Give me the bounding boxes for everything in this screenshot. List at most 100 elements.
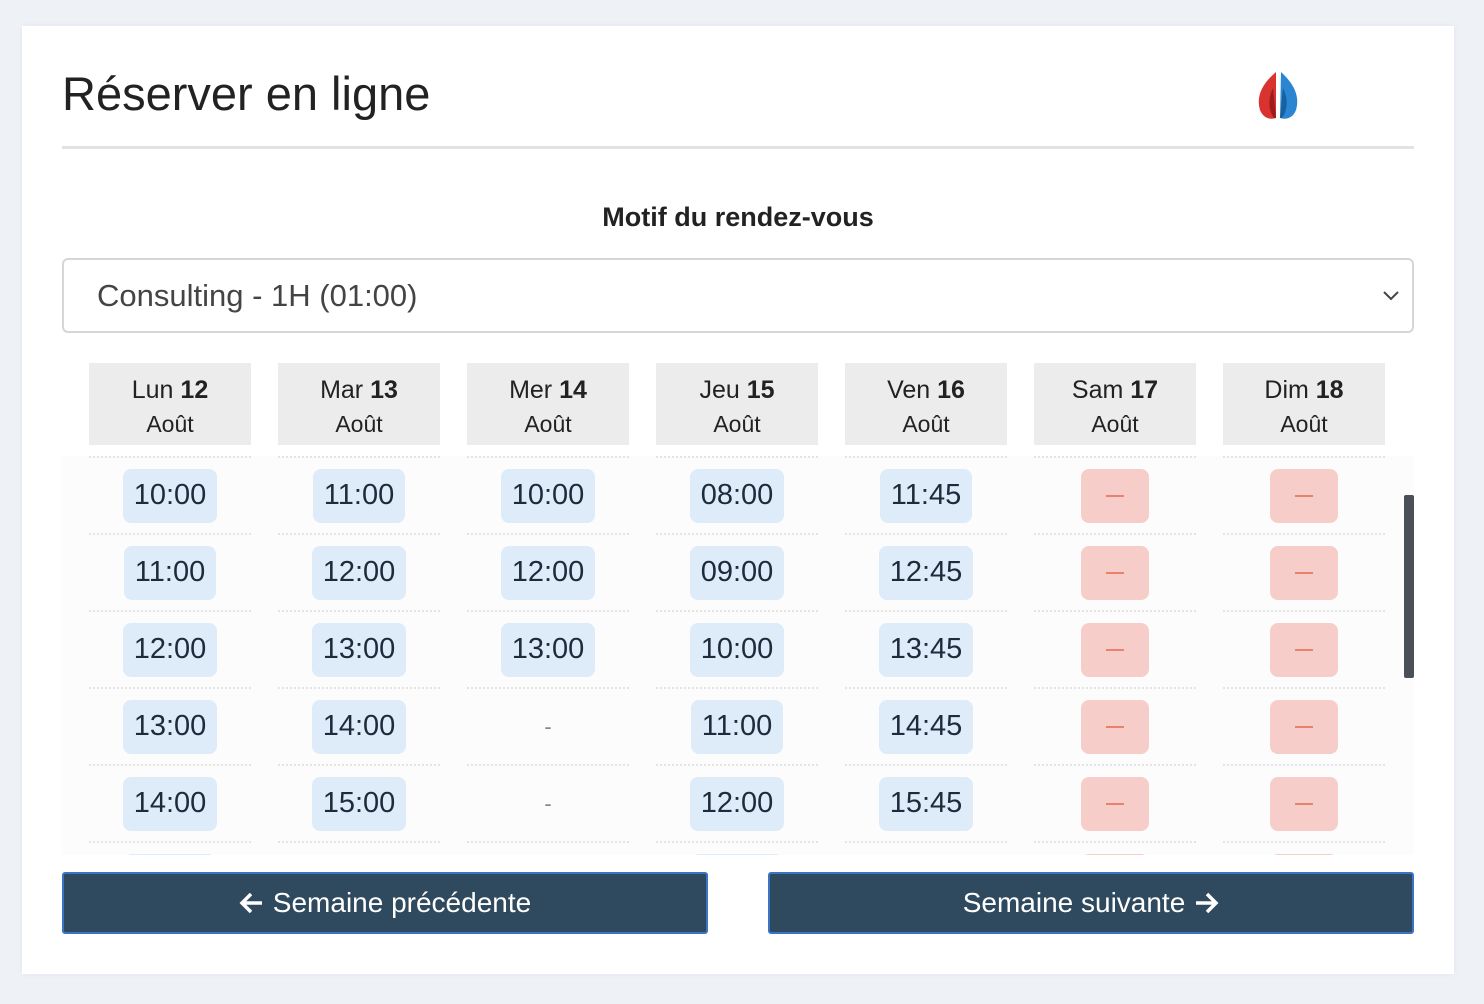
time-slot-button[interactable]: 13:00	[122, 699, 218, 754]
slot-cell	[1034, 456, 1196, 533]
time-slot-button[interactable]: 13:45	[878, 622, 974, 677]
time-slot-button[interactable]: 12:00	[689, 776, 785, 831]
day-label: Mer 14	[467, 373, 629, 407]
day-number: 14	[559, 376, 587, 404]
slot-cell: 14:00	[278, 687, 440, 764]
day-number: 18	[1315, 376, 1344, 404]
day-label: Lun 12	[89, 373, 251, 407]
time-slot-button[interactable]: 15:00	[311, 776, 407, 831]
day-label: Sam 17	[1034, 373, 1196, 407]
slot-cell	[1034, 533, 1196, 610]
day-number: 16	[937, 376, 965, 404]
time-slot-button[interactable]: 13:00	[311, 622, 407, 677]
day-column: 10:00 11:00 12:00 13:00 14:00	[89, 456, 251, 855]
day-column	[1034, 456, 1196, 855]
time-slot-button[interactable]: 11:00	[690, 699, 784, 754]
slot-cell: 10:00	[467, 456, 629, 533]
divider	[62, 146, 1414, 149]
scrollbar[interactable]	[1404, 495, 1414, 678]
month-label: Août	[524, 411, 572, 437]
day-column: 11:00 12:00 13:00 14:00 15:00	[278, 456, 440, 855]
time-slot-button[interactable]	[691, 853, 783, 855]
day-number: 12	[180, 376, 209, 404]
slot-cell	[1034, 764, 1196, 841]
slot-cell: -	[467, 687, 629, 764]
unavailable-slot	[1270, 776, 1338, 831]
day-column: 11:45 12:45 13:45 14:45 15:45	[845, 456, 1007, 855]
slots-grid: 10:00 11:00 12:00 13:00 14:00 11:00 12:00 13:00…	[89, 456, 1385, 855]
day-headers: Lun 12 Août Mar 13 Août Mer 14 Août Jeu 15 Août…	[89, 363, 1385, 445]
unavailable-slot	[1270, 545, 1338, 600]
motif-select[interactable]: Consulting - 1H (01:00)	[62, 258, 1414, 333]
time-slot-button[interactable]: 12:45	[878, 545, 974, 600]
day-name: Mer	[509, 376, 553, 404]
slot-cell: 13:00	[278, 610, 440, 687]
day-column: 08:00 09:00 10:00 11:00 12:00	[656, 456, 818, 855]
day-header: Lun 12 Août	[89, 363, 251, 445]
slot-cell: 12:00	[467, 533, 629, 610]
time-slot-button[interactable]: 13:00	[500, 622, 596, 677]
slot-cell-partial	[89, 841, 251, 855]
slot-cell: 12:00	[89, 610, 251, 687]
time-slot-button[interactable]: 12:00	[122, 622, 218, 677]
day-name: Dim	[1264, 376, 1309, 404]
minus-icon	[1106, 571, 1124, 574]
slot-cell-partial	[467, 841, 629, 855]
unavailable-slot	[1270, 853, 1338, 855]
time-slot-button[interactable]: 14:45	[878, 699, 974, 754]
time-slot-button[interactable]: 11:00	[312, 468, 406, 523]
day-number: 17	[1130, 376, 1159, 404]
slot-cell-partial	[278, 841, 440, 855]
unavailable-slot	[1081, 545, 1149, 600]
time-slot-button[interactable]: 15:45	[878, 776, 974, 831]
time-slot-button[interactable]: 14:00	[311, 699, 407, 754]
minus-icon	[1295, 571, 1313, 574]
minus-icon	[1106, 494, 1124, 497]
time-slot-button[interactable]: 09:00	[689, 545, 785, 600]
time-slot-button[interactable]: 10:00	[122, 468, 218, 523]
minus-icon	[1295, 802, 1313, 805]
month-label: Août	[713, 411, 761, 437]
month-label: Août	[335, 411, 383, 437]
time-slot-button[interactable]: 12:00	[311, 545, 407, 600]
arrow-left-icon	[239, 892, 262, 914]
slot-cell: 13:45	[845, 610, 1007, 687]
previous-week-button[interactable]: Semaine précédente	[62, 872, 708, 934]
day-header: Sam 17 Août	[1034, 363, 1196, 445]
slot-cell: 08:00	[656, 456, 818, 533]
time-slot-button[interactable]: 12:00	[500, 545, 596, 600]
slot-cell	[1034, 610, 1196, 687]
page-title: Réserver en ligne	[62, 67, 431, 120]
time-slot-button[interactable]: 10:00	[500, 468, 596, 523]
unavailable-slot	[1081, 699, 1149, 754]
time-slot-button[interactable]: 08:00	[689, 468, 785, 523]
time-slot-button[interactable]: 10:00	[689, 622, 785, 677]
time-slot-button[interactable]: 14:00	[122, 776, 218, 831]
time-slot-button[interactable]	[124, 853, 216, 855]
slot-cell	[1223, 456, 1385, 533]
minus-icon	[1295, 725, 1313, 728]
slot-cell-partial	[1223, 841, 1385, 855]
slot-cell: 15:00	[278, 764, 440, 841]
slot-cell: 14:00	[89, 764, 251, 841]
day-name: Lun	[131, 376, 174, 404]
time-slot-button[interactable]: 11:00	[123, 545, 217, 600]
unavailable-slot	[1081, 853, 1149, 855]
minus-icon	[1295, 648, 1313, 651]
slots-scroll-area[interactable]: 10:00 11:00 12:00 13:00 14:00 11:00 12:00 13:00…	[62, 456, 1414, 855]
day-number: 15	[746, 376, 775, 404]
time-slot-button[interactable]: 11:45	[879, 468, 973, 523]
next-week-label: Semaine suivante	[962, 887, 1186, 918]
slot-cell	[1034, 687, 1196, 764]
slot-cell: 11:00	[89, 533, 251, 610]
empty-slot: -	[544, 713, 552, 739]
slot-cell: 11:00	[278, 456, 440, 533]
slot-cell	[1223, 764, 1385, 841]
slot-cell: 13:00	[467, 610, 629, 687]
day-header: Mar 13 Août	[278, 363, 440, 445]
day-header: Ven 16 Août	[845, 363, 1007, 445]
empty-slot: -	[544, 790, 552, 816]
next-week-button[interactable]: Semaine suivante	[768, 872, 1414, 934]
arrow-right-icon	[1196, 892, 1219, 914]
slot-cell-partial	[845, 841, 1007, 855]
